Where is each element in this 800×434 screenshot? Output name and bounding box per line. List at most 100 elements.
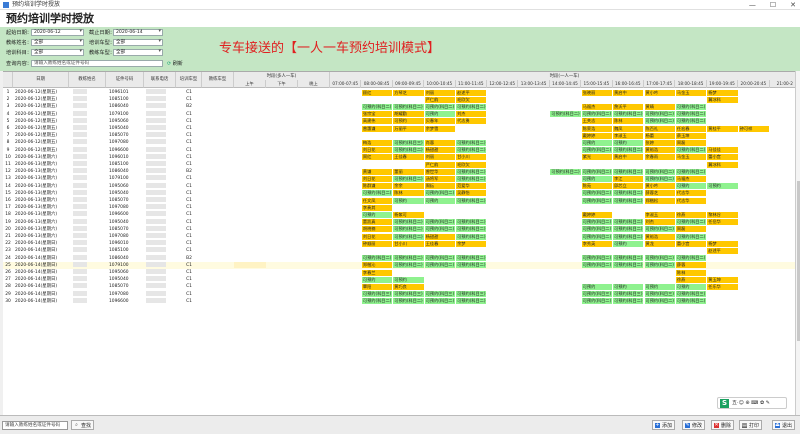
slot-cell[interactable]: 余梦雪	[424, 125, 456, 132]
slot-cell[interactable]: 黄裕浩	[644, 233, 675, 240]
slot-cell[interactable]: 陈群谦	[361, 183, 393, 190]
slot-cell[interactable]: 曾世华	[424, 168, 456, 175]
slot-cell[interactable]: 杨蕾	[644, 132, 675, 139]
slot-cell[interactable]: 李秀英	[581, 240, 613, 247]
slot-cell[interactable]: 可预约(科目二)	[613, 298, 644, 305]
slot-cell[interactable]: 徐燕	[675, 211, 707, 219]
cartype-select[interactable]: 全部	[113, 39, 163, 46]
slot-cell[interactable]: 可预约(科目三)	[581, 291, 613, 298]
table-row[interactable]: 22 2020-06-14(星期日) 1096010 C1 钟顺丽 甘小川 王佳春 余梦 李秀英…	[3, 240, 800, 247]
slot-cell[interactable]: 可预约	[424, 197, 456, 204]
slot-cell[interactable]: 蕾小宫	[707, 154, 738, 161]
slot-cell[interactable]: 陈荣浩	[581, 125, 613, 132]
header-date[interactable]: 日期	[13, 72, 69, 88]
slot-cell[interactable]: 可预约(科目三)	[424, 291, 456, 298]
vertical-scrollbar[interactable]	[795, 71, 800, 415]
slot-cell[interactable]: 可预约(科目二)	[424, 262, 456, 269]
slot-cell[interactable]: 可预约(科目二)	[613, 147, 644, 154]
slot-cell[interactable]: 严仁韵	[424, 96, 456, 103]
slot-cell[interactable]: 任岳华	[707, 219, 738, 226]
slot-cell[interactable]: 李淑玉	[644, 211, 675, 219]
slot-cell[interactable]: 冀冰科	[707, 96, 738, 103]
header-cartype[interactable]: 培训车型	[176, 72, 202, 88]
slot-cell[interactable]: 薛蓉	[675, 262, 707, 269]
table-row[interactable]: 2 2020-06-12(星期五) 1085100 C1 严仁韵 毛欣欠 冀冰科	[3, 96, 800, 103]
table-row[interactable]: 9 2020-06-12(星期五) 1096600 C1 刘日花 可预约(科目二) 杨甜甜可…	[3, 146, 800, 154]
slot-cell[interactable]: 可预约(科目二)	[393, 255, 424, 262]
slot-cell[interactable]: 可预约(科目二)	[613, 233, 644, 240]
table-row[interactable]: 28 2020-06-14(星期日) 1085070 C1 覃阳 黄巧良 可预约 可预约 可预约…	[3, 283, 800, 291]
slot-cell[interactable]: 可预约	[613, 240, 644, 247]
slot-cell[interactable]: 可预约(科目二)	[393, 147, 424, 154]
slot-cell[interactable]: 陈林	[613, 118, 644, 125]
slot-cell[interactable]: 毛欣欠	[456, 96, 487, 103]
slot-cell[interactable]: 可预约(科目二)	[361, 190, 393, 197]
slot-cell[interactable]: 可预约(科目二)	[613, 168, 644, 175]
subject-select[interactable]: 全部	[31, 49, 84, 56]
slot-cell[interactable]: 可预约(科目二)	[644, 298, 675, 305]
slot-cell[interactable]: 戴婷婷	[581, 132, 613, 139]
slot-cell[interactable]: 黄玉坤	[707, 276, 738, 283]
slot-cell[interactable]: 可预约(科目二)	[644, 111, 675, 118]
slot-cell[interactable]: 周红	[361, 154, 393, 161]
slot-cell[interactable]: 可预约(科目二)	[613, 219, 644, 226]
slot-cell[interactable]: 严仁韵	[424, 161, 456, 168]
slot-cell[interactable]: 可预约(科目二)	[393, 226, 424, 233]
slot-cell[interactable]: 黄巧良	[393, 283, 424, 291]
slot-cell[interactable]: 可预约(科目二)	[581, 147, 613, 154]
slot-cell[interactable]: 可预约	[393, 197, 424, 204]
slot-cell[interactable]: 杨甜甜	[424, 233, 456, 240]
slot-cell[interactable]: 甘小川	[456, 154, 487, 161]
edit-button[interactable]: ✎ 修改	[682, 420, 706, 430]
slot-cell[interactable]: 李淑玉	[613, 132, 644, 139]
slot-cell[interactable]: 刘丽	[424, 154, 456, 161]
slot-cell[interactable]: 可预约(科目二)	[361, 103, 393, 111]
slot-cell[interactable]: 代志勇	[456, 118, 487, 125]
slot-cell[interactable]: 可预约(科目二)	[581, 111, 613, 118]
slot-cell[interactable]: 余春雨	[644, 154, 675, 161]
slot-cell[interactable]: 刘日花	[361, 147, 393, 154]
vehicle-type-select[interactable]: 全部	[113, 49, 163, 56]
slot-cell[interactable]: 邱芯立	[613, 183, 644, 190]
table-row[interactable]: 20 2020-06-13(星期六) 1085070 C1 胡晓楠 可预约(科目二) 可预约…	[3, 225, 800, 233]
slot-cell[interactable]: 可预约(科目二)	[644, 118, 675, 125]
slot-cell[interactable]: 可预约	[581, 283, 613, 291]
slot-cell[interactable]: 毛欣欠	[456, 161, 487, 168]
slot-cell[interactable]: 可预约(科目二)	[456, 147, 487, 154]
slot-cell[interactable]: 可预约(科目二)	[456, 298, 487, 305]
slot-cell[interactable]: 黄桂平	[707, 125, 738, 132]
slot-cell[interactable]: 陈百礼	[644, 125, 675, 132]
slot-cell[interactable]: 可预约(科目二)	[581, 226, 613, 233]
slot-cell[interactable]: 可预约(科目二)	[644, 175, 675, 183]
slot-cell[interactable]: 贝春年	[424, 118, 456, 125]
slot-cell[interactable]: 可预约	[424, 111, 456, 118]
slot-cell[interactable]: 任文凤	[361, 197, 393, 204]
slot-cell[interactable]: 陈林	[393, 190, 424, 197]
slot-cell[interactable]: 刘丽	[424, 89, 456, 96]
slot-cell[interactable]: 可预约(科目二)	[675, 298, 707, 305]
slot-cell[interactable]: 可预约(科目二)	[581, 197, 613, 204]
slot-cell[interactable]: 钟可祥	[738, 125, 770, 132]
slot-cell[interactable]: 刘杰	[644, 219, 675, 226]
slot-cell[interactable]: 可预约	[675, 283, 707, 291]
slot-cell[interactable]: 可预约(科目二)	[613, 197, 644, 204]
slot-cell[interactable]: 黄谦	[361, 168, 393, 175]
slot-cell[interactable]: 李春兰	[361, 269, 393, 276]
slot-cell[interactable]: 可预约(科目二)	[456, 139, 487, 147]
slot-cell[interactable]: 任乐华	[707, 283, 738, 291]
table-row[interactable]: 7 2020-06-12(星期五) 1085070 C1 戴婷婷 李淑玉 杨蕾 蔡玉坤	[3, 132, 800, 139]
slot-cell[interactable]: 刘日花	[361, 175, 393, 183]
slot-cell[interactable]: 可预约(科目二)	[675, 233, 707, 240]
slot-cell[interactable]: 黄龙	[644, 240, 675, 247]
table-row[interactable]: 18 2020-06-13(星期六) 1096600 C1 可预约 杨紫可 戴婷婷 李淑玉 徐燕…	[3, 211, 800, 219]
slot-cell[interactable]: 刘日花	[361, 233, 393, 240]
add-button[interactable]: + 添加	[652, 420, 676, 430]
slot-cell[interactable]: 可预约(科目二)	[675, 147, 707, 154]
slot-cell[interactable]: 可预约	[581, 139, 613, 147]
table-row[interactable]: 13 2020-06-13(星期六) 1079100 C1 刘日花 可预约(科目二) 汤将军…	[3, 175, 800, 183]
slot-cell[interactable]: 马福杰	[675, 175, 707, 183]
slot-cell[interactable]: 甘小川	[393, 240, 424, 247]
slot-cell[interactable]: 可预约(科目二)	[613, 190, 644, 197]
slot-cell[interactable]: 可预约(科目二)	[456, 233, 487, 240]
slot-cell[interactable]: 陈苑	[581, 183, 613, 190]
